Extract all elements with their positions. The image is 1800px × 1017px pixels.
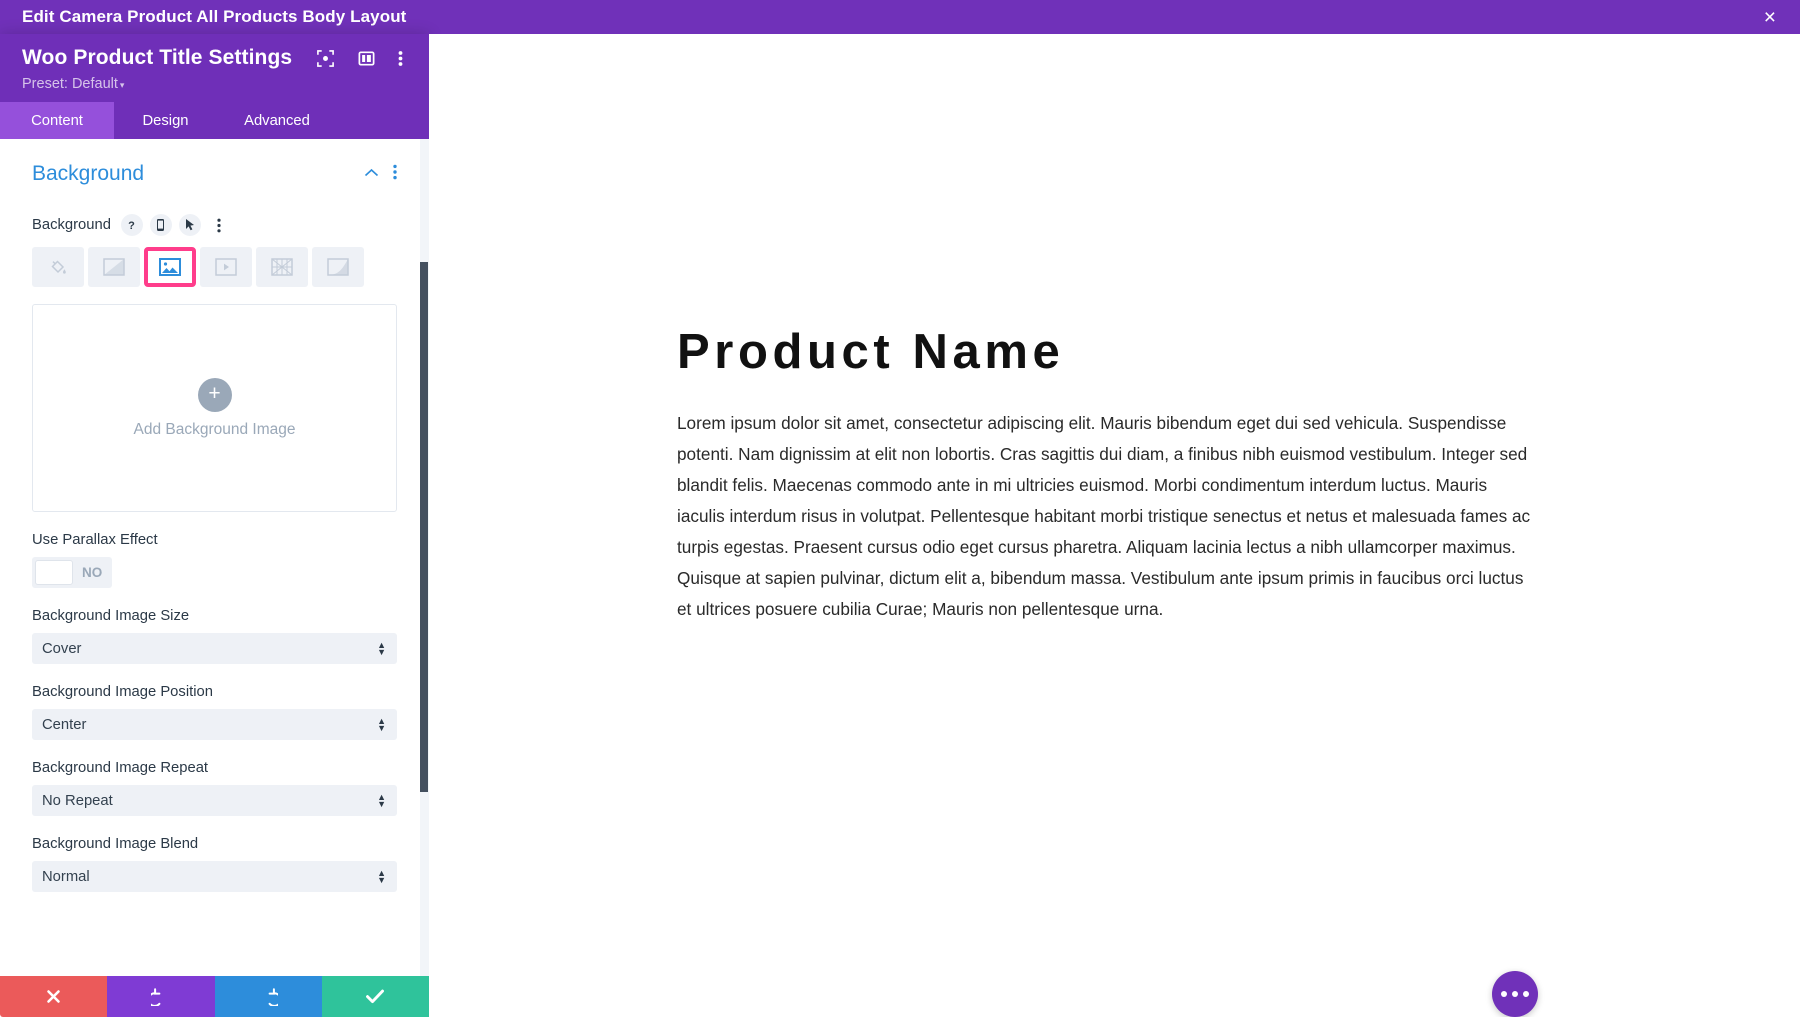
background-pattern-icon[interactable]: [256, 247, 308, 287]
background-color-icon[interactable]: [32, 247, 84, 287]
layout-title: Edit Camera Product All Products Body La…: [22, 7, 407, 26]
select-stepper-arrows-icon: ▲ ▼: [377, 791, 386, 809]
select-stepper-arrows-icon: ▲ ▼: [377, 867, 386, 885]
background-image-icon[interactable]: [144, 247, 196, 287]
plus-icon: +: [197, 377, 232, 412]
background-image-size-value: Cover: [42, 640, 82, 657]
background-label: Background: [32, 217, 111, 233]
section-title: Background: [32, 162, 145, 185]
tab-content[interactable]: Content: [0, 102, 114, 139]
mobile-device-icon[interactable]: [149, 214, 172, 236]
background-mask-icon[interactable]: [312, 247, 364, 287]
background-image-blend-label: Background Image Blend: [32, 836, 199, 852]
background-image-blend-value: Normal: [42, 868, 90, 885]
tab-advanced[interactable]: Advanced: [217, 102, 337, 139]
redo-button[interactable]: [214, 976, 322, 1017]
background-image-size-group: Background Image Size Cover ▲ ▼: [32, 608, 397, 664]
background-type-tabs: [32, 247, 397, 287]
background-image-blend-select[interactable]: Normal ▲ ▼: [32, 861, 397, 892]
layout-columns-icon[interactable]: [357, 49, 376, 68]
background-image-size-select[interactable]: Cover ▲ ▼: [32, 633, 397, 664]
parallax-group: Use Parallax Effect NO: [32, 532, 397, 588]
kebab-menu-icon[interactable]: [398, 49, 403, 68]
background-image-position-group: Background Image Position Center ▲ ▼: [32, 684, 397, 740]
chevron-up-icon[interactable]: [364, 165, 379, 183]
focus-frame-icon[interactable]: [316, 49, 335, 68]
background-gradient-icon[interactable]: [88, 247, 140, 287]
background-image-position-select[interactable]: Center ▲ ▼: [32, 709, 397, 740]
panel-header-icons: [316, 49, 407, 68]
module-settings-panel: Woo Product Title Settings Preset: Defau…: [0, 34, 429, 1017]
preset-selector[interactable]: Preset: Default ▾: [22, 76, 407, 92]
background-image-repeat-group: Background Image Repeat No Repeat ▲ ▼: [32, 760, 397, 816]
page-preview-canvas: Product Name Lorem ipsum dolor sit amet,…: [429, 34, 1800, 1017]
background-image-repeat-select[interactable]: No Repeat ▲ ▼: [32, 785, 397, 816]
toggle-knob: [35, 560, 73, 585]
panel-title: Woo Product Title Settings: [22, 46, 293, 69]
chevron-down-icon: ▾: [119, 80, 125, 90]
save-button[interactable]: [321, 976, 429, 1017]
background-image-size-label: Background Image Size: [32, 608, 190, 624]
parallax-label: Use Parallax Effect: [32, 532, 158, 548]
settings-tabs: Content Design Advanced: [0, 102, 429, 139]
cancel-button[interactable]: [0, 976, 108, 1017]
background-field-label-row: Background ?: [32, 214, 397, 236]
parallax-toggle-value: NO: [82, 565, 103, 580]
background-image-position-value: Center: [42, 716, 87, 733]
background-video-icon[interactable]: [200, 247, 252, 287]
background-image-repeat-label: Background Image Repeat: [32, 760, 209, 776]
panel-header: Woo Product Title Settings Preset: Defau…: [0, 34, 429, 102]
select-stepper-arrows-icon: ▲ ▼: [377, 715, 386, 733]
add-background-image-dropzone[interactable]: + Add Background Image: [32, 304, 397, 512]
parallax-toggle[interactable]: NO: [32, 557, 112, 588]
panel-action-bar: [0, 976, 429, 1017]
editor-top-bar: Edit Camera Product All Products Body La…: [0, 0, 1800, 34]
cursor-hover-icon[interactable]: [178, 214, 201, 236]
background-image-blend-group: Background Image Blend Normal ▲ ▼: [32, 836, 397, 892]
background-section-header: Background: [32, 139, 397, 192]
background-options-kebab-icon[interactable]: [208, 214, 230, 236]
section-options-kebab-icon[interactable]: [393, 164, 397, 185]
ellipsis-menu-icon[interactable]: [1492, 971, 1538, 1017]
help-icon[interactable]: ?: [120, 214, 143, 236]
preset-label: Preset: Default: [22, 76, 118, 92]
add-background-image-label: Add Background Image: [133, 420, 296, 438]
product-description: Lorem ipsum dolor sit amet, consectetur …: [677, 413, 1531, 619]
undo-button[interactable]: [107, 976, 215, 1017]
close-icon[interactable]: ×: [1756, 4, 1784, 31]
svg-text:?: ?: [129, 220, 136, 232]
tab-design[interactable]: Design: [114, 102, 217, 139]
background-image-position-label: Background Image Position: [32, 684, 213, 700]
panel-scroll-region: Background Background ? + Add Background…: [0, 139, 429, 976]
background-image-repeat-value: No Repeat: [42, 792, 113, 809]
product-title: Product Name: [677, 325, 1065, 379]
select-stepper-arrows-icon: ▲ ▼: [377, 639, 386, 657]
